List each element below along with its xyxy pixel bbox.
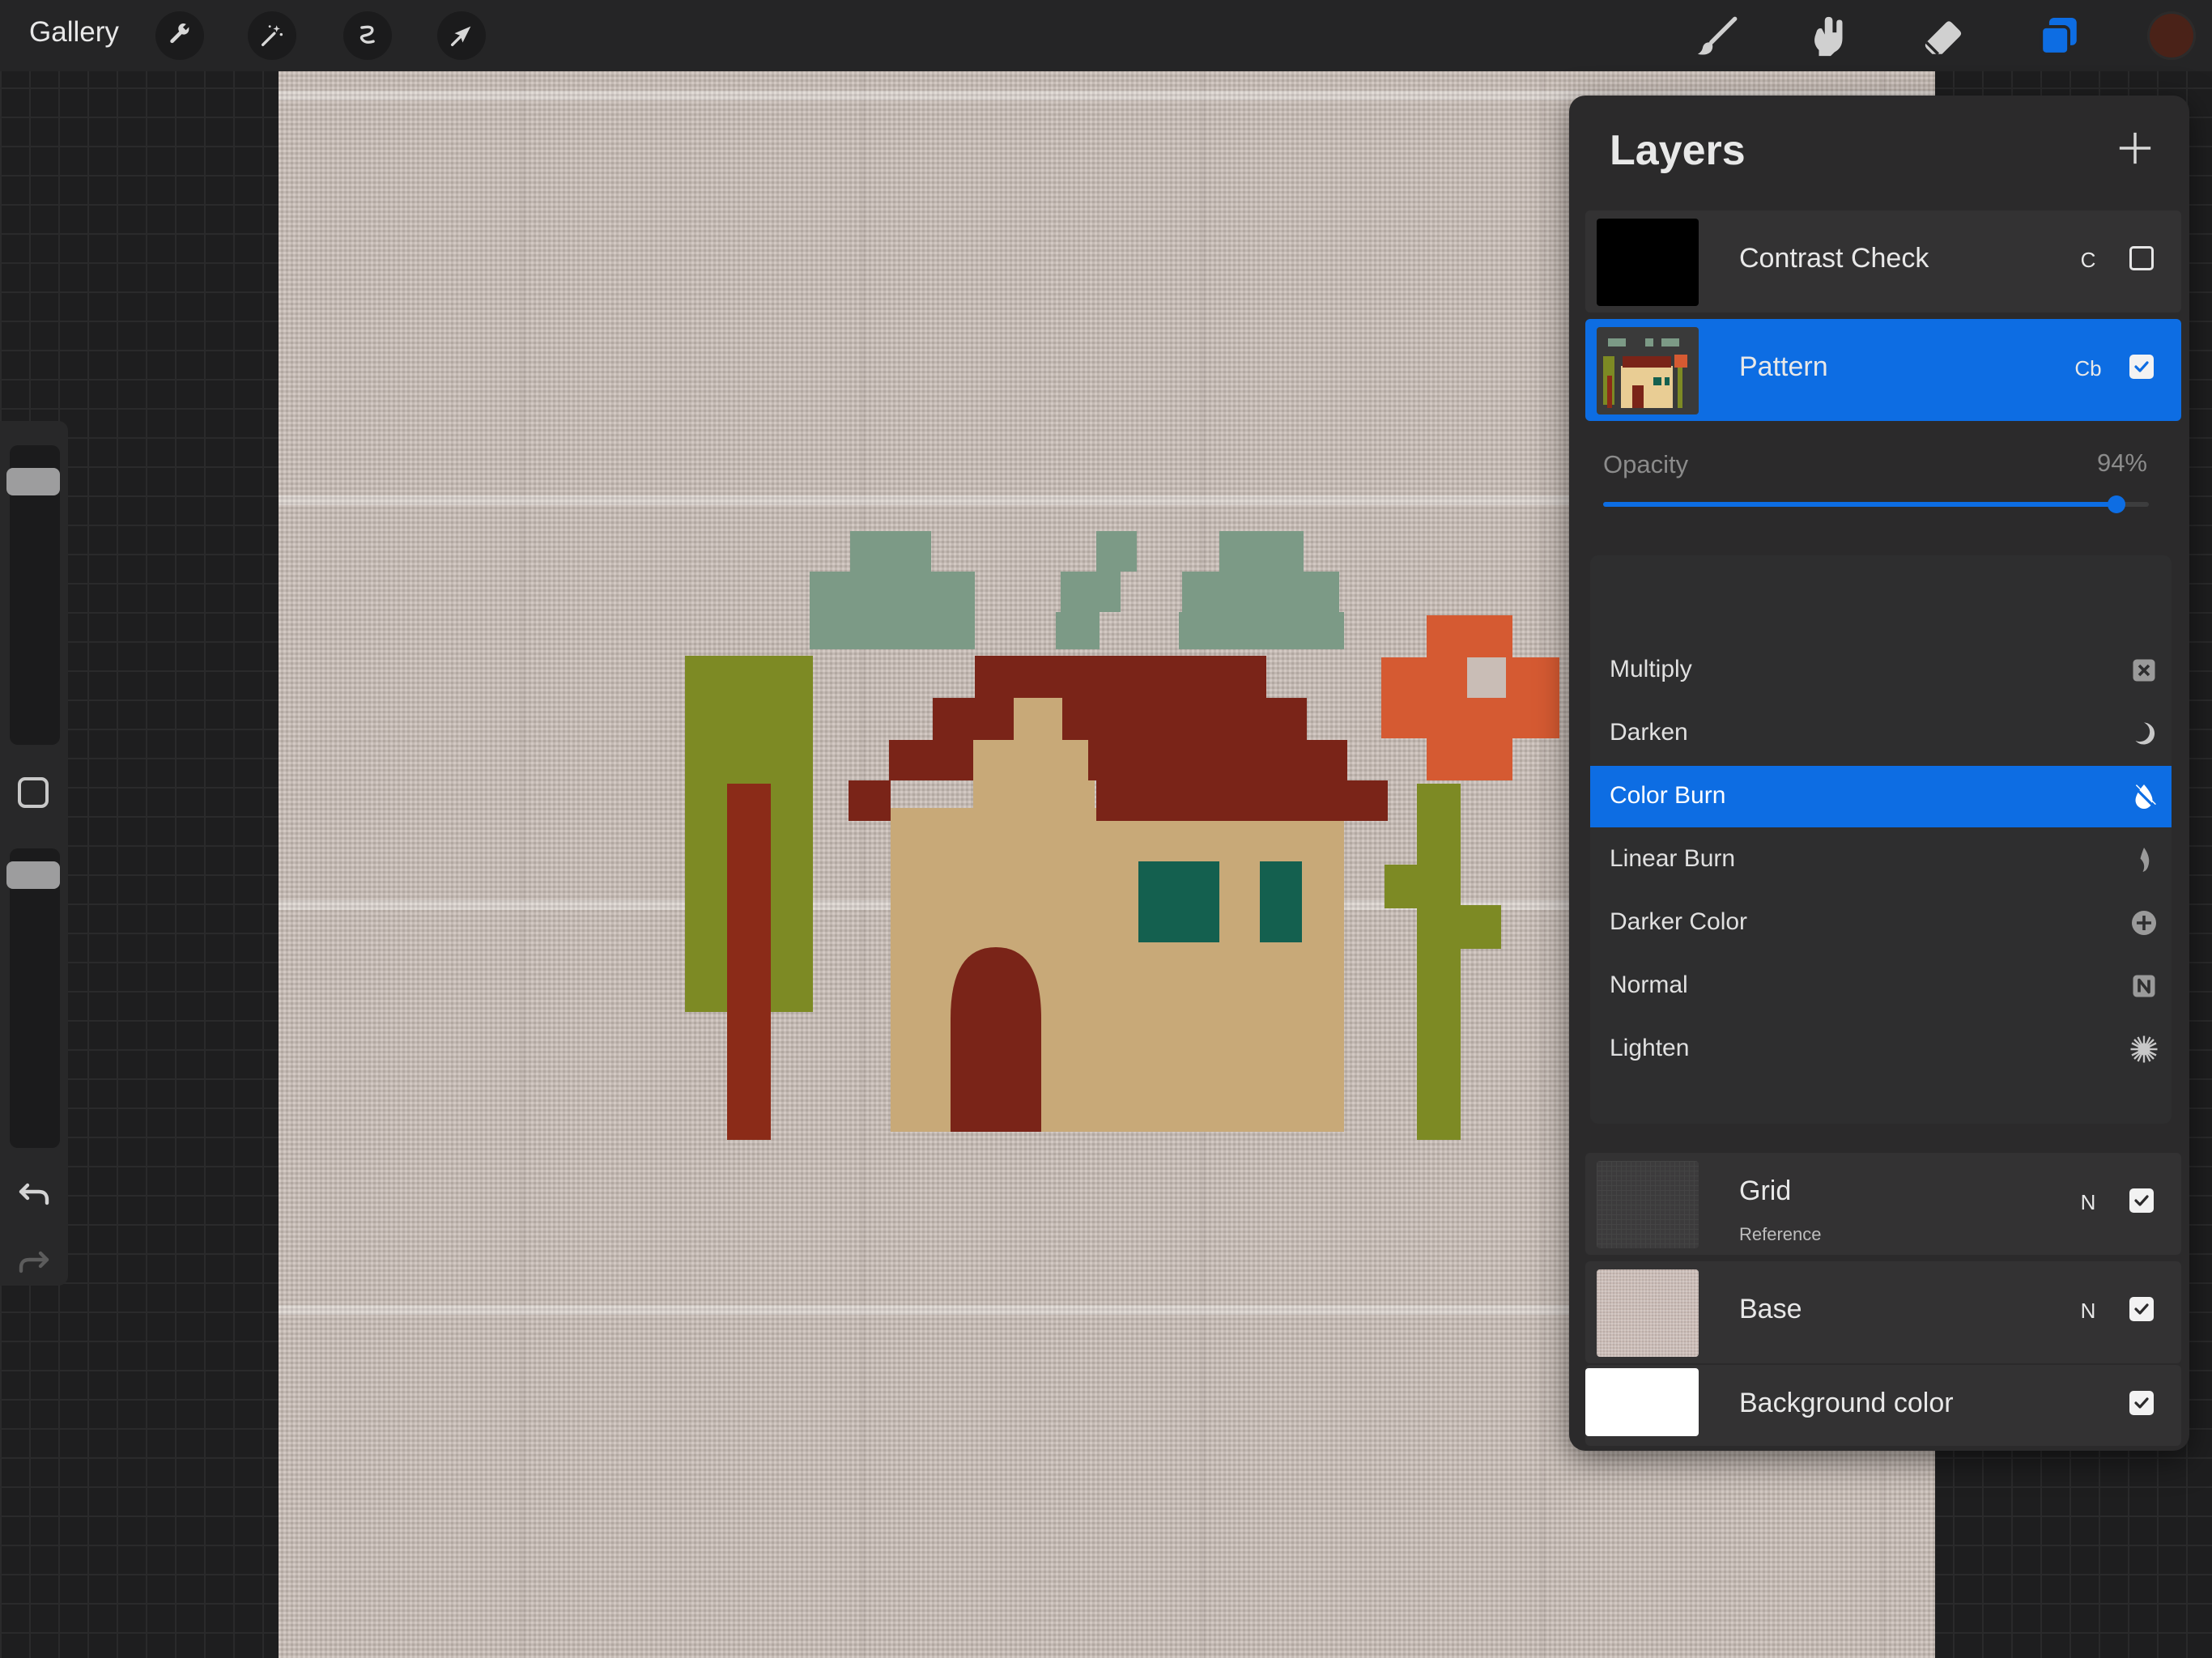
layer-blend-mode[interactable]: N bbox=[2068, 1299, 2108, 1324]
layer-blend-mode[interactable]: Cb bbox=[2068, 356, 2108, 381]
layer-name: Base bbox=[1739, 1294, 1802, 1324]
adjustments-button[interactable] bbox=[248, 11, 296, 60]
smudge-tool[interactable] bbox=[1806, 11, 1856, 62]
opacity-slider-fill bbox=[1603, 502, 2116, 507]
blend-mode-label: Darken bbox=[1610, 719, 1688, 746]
layer-row-grid[interactable]: Grid Reference N bbox=[1585, 1153, 2181, 1255]
checkmark-icon bbox=[2134, 1303, 2149, 1315]
checkmark-icon bbox=[2134, 1195, 2149, 1206]
blend-mode-label: Lighten bbox=[1610, 1035, 1690, 1061]
opacity-value: 94% bbox=[2096, 449, 2147, 477]
tree-artwork bbox=[685, 656, 813, 1140]
layer-row-background-color[interactable]: Background color bbox=[1585, 1365, 2181, 1446]
opacity-label: Opacity bbox=[1603, 450, 1689, 478]
actions-button[interactable] bbox=[155, 11, 204, 60]
layer-thumbnail bbox=[1597, 1269, 1699, 1357]
layer-visibility-checkbox[interactable] bbox=[2129, 246, 2154, 270]
layer-name: Background color bbox=[1739, 1388, 1954, 1418]
eraser-icon bbox=[1925, 21, 1962, 56]
clouds-artwork bbox=[810, 531, 1344, 649]
blend-mode-darken[interactable]: Darken bbox=[1590, 703, 2172, 764]
redo-icon[interactable] bbox=[15, 1240, 53, 1279]
add-layer-icon[interactable] bbox=[2116, 130, 2154, 167]
magic-wand-icon bbox=[261, 25, 283, 47]
layer-blend-mode[interactable]: N bbox=[2068, 1190, 2108, 1215]
layer-subtitle: Reference bbox=[1739, 1224, 1822, 1244]
layers-title: Layers bbox=[1610, 127, 1746, 174]
brush-opacity-thumb[interactable] bbox=[6, 861, 60, 889]
layer-thumbnail bbox=[1597, 219, 1699, 306]
blend-mode-color-burn[interactable]: Color Burn bbox=[1590, 766, 2172, 827]
layers-tool[interactable] bbox=[2034, 11, 2084, 62]
selection-icon bbox=[359, 25, 375, 44]
flower-artwork bbox=[1381, 615, 1559, 1140]
opacity-slider-knob[interactable] bbox=[2107, 495, 2125, 513]
layer-row-contrast-check[interactable]: Contrast Check C bbox=[1585, 210, 2181, 312]
transform-button[interactable] bbox=[437, 11, 486, 60]
top-toolbar: Gallery bbox=[0, 0, 2212, 71]
layer-thumbnail bbox=[1585, 1368, 1699, 1436]
layer-row-base[interactable]: Base N bbox=[1585, 1261, 2181, 1363]
blend-mode-label: Normal bbox=[1610, 971, 1688, 998]
layer-name: Grid bbox=[1739, 1175, 1792, 1206]
layer-visibility-checkbox[interactable] bbox=[2129, 1188, 2154, 1213]
layer-name: Pattern bbox=[1739, 351, 1828, 382]
eraser-tool[interactable] bbox=[1919, 11, 1969, 62]
house-artwork bbox=[849, 656, 1388, 1132]
color-picker-swatch[interactable] bbox=[2147, 11, 2196, 60]
layer-visibility-checkbox[interactable] bbox=[2129, 1391, 2154, 1415]
blend-mode-lighten[interactable]: Lighten bbox=[1590, 1018, 2172, 1080]
layer-row-pattern[interactable]: Pattern Cb bbox=[1585, 319, 2181, 421]
layers-panel: Layers Contrast Check C Pattern Cb Opaci… bbox=[1569, 96, 2189, 1451]
blend-mode-normal[interactable]: Normal bbox=[1590, 955, 2172, 1017]
layers-icon bbox=[2040, 18, 2077, 56]
layer-visibility-checkbox[interactable] bbox=[2129, 355, 2154, 379]
modify-button[interactable] bbox=[18, 777, 49, 808]
brush-size-thumb[interactable] bbox=[6, 468, 60, 495]
undo-icon[interactable] bbox=[15, 1172, 53, 1211]
blend-mode-label: Color Burn bbox=[1610, 782, 1726, 809]
blend-mode-label: Multiply bbox=[1610, 656, 1692, 682]
wrench-icon bbox=[170, 23, 189, 44]
layer-name: Contrast Check bbox=[1739, 243, 1929, 274]
sun-icon bbox=[2130, 1035, 2158, 1063]
smudge-icon bbox=[1814, 16, 1843, 57]
opacity-slider[interactable] bbox=[1603, 495, 2149, 513]
multiply-icon bbox=[2133, 659, 2155, 682]
selection-button[interactable] bbox=[343, 11, 392, 60]
brush-size-slider[interactable] bbox=[6, 445, 60, 745]
blend-mode-label: Linear Burn bbox=[1610, 845, 1736, 872]
layer-thumbnail bbox=[1597, 1161, 1699, 1248]
moon-icon bbox=[2135, 722, 2155, 745]
n-icon bbox=[2133, 975, 2155, 997]
gallery-button[interactable]: Gallery bbox=[29, 16, 119, 49]
flame-icon bbox=[2140, 848, 2150, 872]
brush-opacity-slider[interactable] bbox=[6, 848, 60, 1148]
checkmark-icon bbox=[2134, 1397, 2149, 1409]
brush-icon bbox=[1697, 16, 1738, 55]
plus-circle-icon bbox=[2132, 911, 2156, 935]
layer-blend-mode[interactable]: C bbox=[2068, 248, 2108, 273]
blend-mode-label: Darker Color bbox=[1610, 908, 1748, 935]
layer-thumbnail bbox=[1597, 327, 1699, 414]
blend-mode-linear-burn[interactable]: Linear Burn bbox=[1590, 829, 2172, 891]
layer-visibility-checkbox[interactable] bbox=[2129, 1297, 2154, 1321]
left-sidebar bbox=[0, 421, 68, 1286]
burn-icon bbox=[2133, 784, 2156, 809]
blend-mode-darker-color[interactable]: Darker Color bbox=[1590, 892, 2172, 954]
blend-mode-list: Multiply Darken Color Burn Linear Burn D… bbox=[1590, 555, 2172, 1124]
transform-arrow-icon bbox=[450, 26, 471, 47]
checkmark-icon bbox=[2134, 361, 2149, 372]
blend-mode-multiply[interactable]: Multiply bbox=[1590, 640, 2172, 701]
brush-tool[interactable] bbox=[1692, 11, 1742, 62]
